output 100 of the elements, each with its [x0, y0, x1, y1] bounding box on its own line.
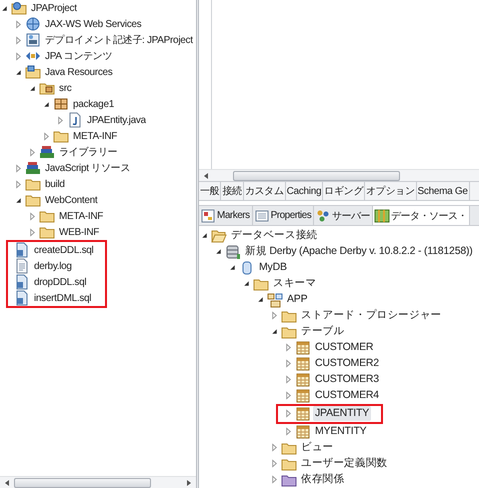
- tree-item[interactable]: APP: [285, 292, 310, 308]
- property-tab[interactable]: 接続: [221, 182, 244, 200]
- collapsed-arrow-icon[interactable]: [270, 311, 279, 320]
- view-tab[interactable]: Properties: [252, 206, 314, 225]
- table-icon: [295, 424, 311, 440]
- collapsed-arrow-icon[interactable]: [28, 212, 37, 220]
- collapsed-arrow-icon[interactable]: [284, 427, 293, 436]
- tree-item[interactable]: package1: [71, 96, 116, 112]
- collapsed-arrow-icon[interactable]: [270, 475, 279, 484]
- table-icon: [295, 372, 311, 388]
- map-icon: [374, 208, 390, 224]
- table-icon: [295, 356, 311, 372]
- tree-item[interactable]: MyDB: [257, 260, 289, 276]
- tree-item[interactable]: dropDDL.sql: [32, 274, 88, 290]
- servers-icon: [315, 208, 332, 224]
- database-icon: [225, 244, 241, 260]
- list-icon: [254, 208, 270, 224]
- collapsed-arrow-icon[interactable]: [270, 443, 279, 452]
- horizontal-scrollbar[interactable]: [199, 169, 479, 182]
- tree-item[interactable]: デプロイメント記述子: JPAProject: [43, 32, 195, 48]
- tree-item[interactable]: WebContent: [43, 192, 100, 208]
- collapsed-arrow-icon[interactable]: [284, 359, 293, 368]
- file-icon: [14, 274, 30, 290]
- tree-item[interactable]: データベース接続: [229, 228, 320, 244]
- right-arrow-icon[interactable]: [185, 478, 193, 486]
- left-arrow-icon[interactable]: [202, 172, 210, 180]
- property-tab[interactable]: Caching: [286, 182, 324, 200]
- tree-item[interactable]: ライブラリー: [57, 144, 120, 160]
- collapsed-arrow-icon[interactable]: [14, 36, 23, 44]
- file-icon: [14, 290, 30, 306]
- schema-icon: [267, 292, 283, 308]
- expanded-arrow-icon[interactable]: [14, 68, 23, 76]
- collapsed-arrow-icon[interactable]: [284, 343, 293, 352]
- tree-item[interactable]: 依存関係: [299, 472, 346, 488]
- property-tab[interactable]: オプション: [365, 182, 417, 200]
- globe-icon: [25, 16, 41, 32]
- view-tab[interactable]: データ・ソース・: [373, 206, 470, 225]
- property-tab[interactable]: 一般: [199, 182, 222, 200]
- tree-item[interactable]: JAX-WS Web Services: [43, 16, 144, 32]
- markers-icon: [200, 208, 216, 224]
- collapsed-arrow-icon[interactable]: [284, 409, 293, 418]
- collapsed-arrow-icon[interactable]: [14, 164, 23, 172]
- collapsed-arrow-icon[interactable]: [284, 375, 293, 384]
- descriptor-icon: [25, 32, 41, 48]
- collapsed-arrow-icon[interactable]: [42, 132, 51, 140]
- tree-item[interactable]: insertDML.sql: [32, 290, 94, 306]
- tree-item[interactable]: Java Resources: [43, 64, 114, 80]
- java-file-icon: [67, 112, 83, 128]
- tree-item[interactable]: テーブル: [299, 324, 346, 340]
- tree-item[interactable]: JPAENTITY: [313, 406, 372, 422]
- view-tab[interactable]: Markers: [199, 206, 253, 225]
- tree-item[interactable]: JPA コンテンツ: [43, 48, 114, 64]
- tree-item[interactable]: 新規 Derby (Apache Derby v. 10.8.2.2 - (1181258)): [243, 244, 475, 260]
- tree-item[interactable]: createDDL.sql: [32, 242, 96, 258]
- tree-item[interactable]: WEB-INF: [57, 224, 102, 240]
- tree-item[interactable]: ビュー: [299, 440, 336, 456]
- folder-icon: [211, 228, 227, 244]
- tree-item[interactable]: ストアード・プロシージャー: [299, 308, 444, 324]
- file-icon: [14, 258, 30, 274]
- horizontal-scrollbar[interactable]: [0, 476, 196, 488]
- collapsed-arrow-icon[interactable]: [28, 228, 37, 236]
- expanded-arrow-icon[interactable]: [214, 247, 223, 256]
- collapsed-arrow-icon[interactable]: [14, 20, 23, 28]
- tree-item[interactable]: JPAEntity.java: [85, 112, 148, 128]
- tree-item[interactable]: ユーザー定義関数: [299, 456, 390, 472]
- tree-item[interactable]: CUSTOMER3: [313, 372, 381, 388]
- tree-item[interactable]: derby.log: [32, 258, 74, 274]
- resources-folder-icon: [25, 64, 41, 80]
- collapsed-arrow-icon[interactable]: [28, 148, 37, 156]
- collapsed-arrow-icon[interactable]: [14, 180, 23, 188]
- expanded-arrow-icon[interactable]: [270, 327, 279, 336]
- collapsed-arrow-icon[interactable]: [14, 52, 23, 60]
- property-tab[interactable]: Schema Ge: [416, 182, 470, 200]
- file-icon: [14, 242, 30, 258]
- tree-item[interactable]: META-INF: [57, 208, 106, 224]
- tree-item[interactable]: META-INF: [71, 128, 120, 144]
- expanded-arrow-icon[interactable]: [14, 196, 23, 204]
- collapsed-arrow-icon[interactable]: [270, 459, 279, 468]
- tree-item[interactable]: スキーマ: [271, 276, 318, 292]
- property-tab[interactable]: カスタム: [244, 182, 286, 200]
- expanded-arrow-icon[interactable]: [0, 4, 9, 12]
- expanded-arrow-icon[interactable]: [28, 84, 37, 92]
- tree-item[interactable]: CUSTOMER2: [313, 356, 381, 372]
- tree-item[interactable]: MYENTITY: [313, 424, 368, 440]
- expanded-arrow-icon[interactable]: [228, 263, 237, 272]
- left-arrow-icon[interactable]: [3, 478, 11, 486]
- expanded-arrow-icon[interactable]: [200, 231, 209, 240]
- collapsed-arrow-icon[interactable]: [284, 391, 293, 400]
- collapsed-arrow-icon[interactable]: [56, 116, 65, 124]
- package-icon: [53, 96, 69, 112]
- expanded-arrow-icon[interactable]: [42, 100, 51, 108]
- expanded-arrow-icon[interactable]: [256, 295, 265, 304]
- expanded-arrow-icon[interactable]: [242, 279, 251, 288]
- tree-item[interactable]: CUSTOMER4: [313, 388, 381, 404]
- tree-item[interactable]: build: [43, 176, 67, 192]
- tree-item[interactable]: src: [57, 80, 74, 96]
- tree-item[interactable]: JavaScript リソース: [43, 160, 132, 176]
- property-tab[interactable]: ロギング: [323, 182, 366, 200]
- tree-item[interactable]: JPAProject: [29, 0, 79, 16]
- tree-item[interactable]: CUSTOMER: [313, 340, 376, 356]
